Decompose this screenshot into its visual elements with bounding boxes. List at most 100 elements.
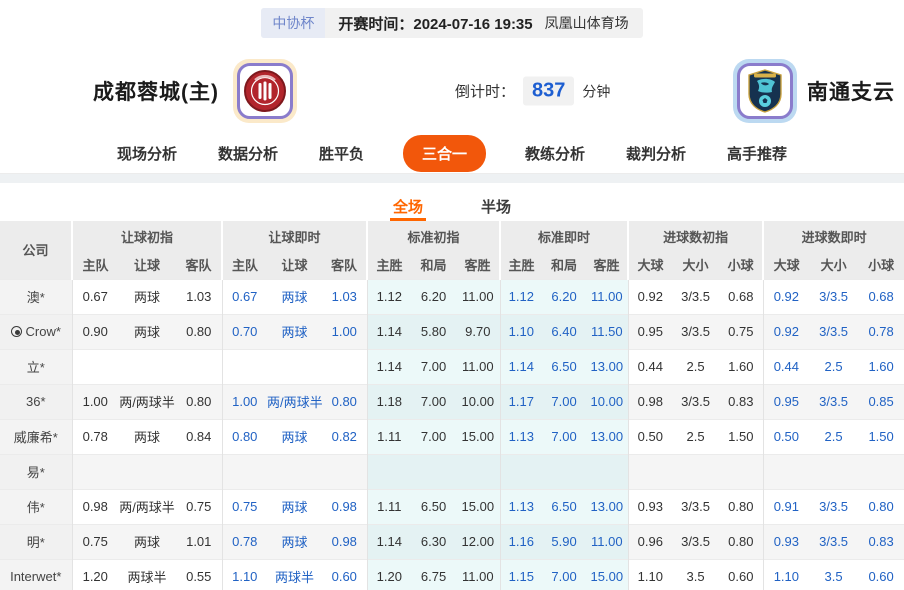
odds-table-row[interactable]: 立* 1.147.0011.001.146.5013.000.442.51.60… [0, 349, 904, 384]
odds-cell: 1.60 [719, 349, 763, 384]
odds-cell: 7.00 [542, 384, 586, 419]
odds-cell: 3.5 [809, 559, 858, 590]
odds-cell: 11.00 [456, 559, 500, 590]
odds-table-row[interactable]: 易* [0, 454, 904, 489]
odds-cell: 两球 [118, 279, 176, 314]
odds-cell: 0.50 [628, 419, 672, 454]
odds-cell: 0.95 [628, 314, 672, 349]
odds-cell: 11.00 [586, 524, 628, 559]
tab-half-match[interactable]: 半场 [478, 196, 514, 221]
odds-cell: 5.90 [542, 524, 586, 559]
top-bar: 中协杯 开赛时间：2024-07-16 19:35 凤凰山体育场 [0, 0, 904, 38]
subheader: 主胜 [367, 251, 411, 279]
odds-cell: 6.75 [411, 559, 456, 590]
odds-cell: 13.00 [586, 489, 628, 524]
home-team-crest-icon [237, 63, 293, 119]
odds-cell: 0.68 [858, 279, 904, 314]
nav-tab-coach-analysis[interactable]: 教练分析 [523, 137, 587, 170]
subheader: 小球 [858, 251, 904, 279]
odds-cell: 6.20 [411, 279, 456, 314]
match-header: 成都蓉城(主) 倒计时： 837 分钟 [0, 48, 904, 134]
odds-table-row[interactable]: 明* 0.75两球1.010.78两球0.981.146.3012.001.16… [0, 524, 904, 559]
odds-cell [72, 349, 118, 384]
nav-tab-live-analysis[interactable]: 现场分析 [115, 137, 179, 170]
odds-cell: 两球 [267, 489, 322, 524]
subheader: 大小 [672, 251, 719, 279]
odds-cell: 1.11 [367, 419, 411, 454]
nav-tab-three-in-one[interactable]: 三合一 [403, 135, 486, 172]
odds-cell: 0.44 [628, 349, 672, 384]
odds-cell: 1.17 [500, 384, 542, 419]
odds-cell: 0.83 [719, 384, 763, 419]
odds-cell: 1.12 [367, 279, 411, 314]
odds-table-row[interactable]: 伟* 0.98两/两球半0.750.75两球0.981.116.5015.001… [0, 489, 904, 524]
odds-cell: 2.5 [809, 419, 858, 454]
header-goals-live: 进球数即时 [763, 221, 904, 251]
odds-cell [809, 454, 858, 489]
odds-cell [542, 454, 586, 489]
odds-table-row[interactable]: 威廉希* 0.78两球0.840.80两球0.821.117.0015.001.… [0, 419, 904, 454]
odds-cell: 11.00 [456, 349, 500, 384]
nav-tabs: 现场分析 数据分析 胜平负 三合一 教练分析 裁判分析 高手推荐 [0, 134, 904, 174]
odds-cell: 0.60 [322, 559, 367, 590]
company-cell: 立* [0, 349, 72, 384]
period-tabs: 全场 半场 [65, 183, 839, 221]
odds-cell [322, 349, 367, 384]
odds-cell: 6.50 [542, 489, 586, 524]
odds-cell: 0.78 [222, 524, 267, 559]
company-cell: 明* [0, 524, 72, 559]
odds-cell: 0.98 [72, 489, 118, 524]
odds-table-row[interactable]: 36* 1.00两/两球半0.801.00两/两球半0.801.187.0010… [0, 384, 904, 419]
subheader: 小球 [719, 251, 763, 279]
odds-cell: 0.92 [763, 279, 809, 314]
odds-cell [176, 454, 222, 489]
odds-table-row[interactable]: Crow* 0.90两球0.800.70两球1.001.145.809.701.… [0, 314, 904, 349]
odds-cell: 0.95 [763, 384, 809, 419]
company-cell: Interwet* [0, 559, 72, 590]
subheader: 和局 [411, 251, 456, 279]
odds-cell: 0.96 [628, 524, 672, 559]
odds-cell: 1.14 [500, 349, 542, 384]
odds-cell: 两球 [267, 524, 322, 559]
company-cell: 伟* [0, 489, 72, 524]
countdown-label: 倒计时： [455, 81, 515, 102]
odds-table-row[interactable]: Interwet* 1.20两球半0.551.10两球半0.601.206.75… [0, 559, 904, 590]
odds-cell: 1.50 [719, 419, 763, 454]
nav-tab-win-draw-lose[interactable]: 胜平负 [317, 137, 366, 170]
nav-tab-referee-analysis[interactable]: 裁判分析 [624, 137, 688, 170]
subheader: 大球 [763, 251, 809, 279]
company-name: 明* [27, 535, 45, 550]
odds-cell: 1.13 [500, 419, 542, 454]
company-name: Interwet* [10, 569, 61, 584]
odds-cell [176, 349, 222, 384]
odds-cell: 0.93 [628, 489, 672, 524]
countdown: 倒计时： 837 分钟 [455, 77, 610, 106]
subheader: 客队 [176, 251, 222, 279]
odds-cell: 1.13 [500, 489, 542, 524]
odds-table-body: 澳* 0.67两球1.030.67两球1.031.126.2011.001.12… [0, 279, 904, 590]
odds-cell [118, 349, 176, 384]
nav-tab-expert-picks[interactable]: 高手推荐 [725, 137, 789, 170]
odds-cell: 13.00 [586, 419, 628, 454]
odds-cell: 0.98 [322, 489, 367, 524]
odds-cell: 1.15 [500, 559, 542, 590]
home-team-logo [233, 59, 297, 123]
odds-cell: 0.80 [719, 489, 763, 524]
odds-cell: 2.5 [809, 349, 858, 384]
odds-cell: 0.68 [719, 279, 763, 314]
odds-cell: 0.80 [322, 384, 367, 419]
tab-full-match[interactable]: 全场 [390, 196, 426, 221]
odds-cell: 1.10 [763, 559, 809, 590]
header-handicap-initial: 让球初指 [72, 221, 222, 251]
odds-cell: 6.50 [411, 489, 456, 524]
nav-tab-data-analysis[interactable]: 数据分析 [216, 137, 280, 170]
odds-cell: 两球半 [118, 559, 176, 590]
home-team: 成都蓉城(主) [93, 59, 297, 123]
odds-cell [118, 454, 176, 489]
odds-cell [267, 349, 322, 384]
odds-table-row[interactable]: 澳* 0.67两球1.030.67两球1.031.126.2011.001.12… [0, 279, 904, 314]
away-team-crest-icon [737, 63, 793, 119]
odds-cell: 两球 [118, 419, 176, 454]
odds-cell: 0.80 [176, 384, 222, 419]
odds-cell: 3.5 [672, 559, 719, 590]
